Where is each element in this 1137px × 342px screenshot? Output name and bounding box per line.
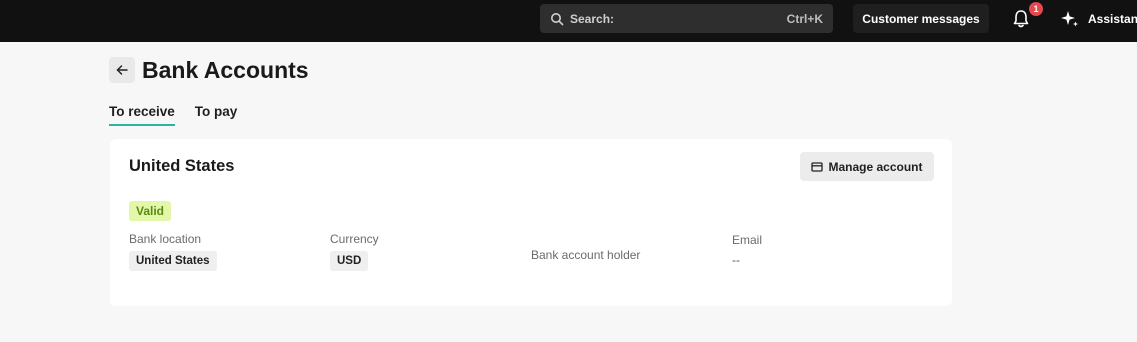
email-label: Email: [732, 233, 763, 247]
arrow-left-icon: [116, 65, 128, 75]
customer-messages-button[interactable]: Customer messages: [853, 4, 989, 33]
back-button[interactable]: [109, 57, 135, 83]
top-bar: Search: Ctrl+K Customer messages 1 Assis…: [0, 0, 1137, 42]
page-title: Bank Accounts: [142, 57, 309, 83]
manage-account-button[interactable]: Manage account: [800, 152, 934, 181]
bank-location-label: Bank location: [129, 232, 202, 246]
account-country-title: United States: [129, 157, 235, 175]
bank-account-holder-label: Bank account holder: [531, 248, 641, 262]
tab-to-receive[interactable]: To receive: [109, 104, 175, 126]
email-value: --: [732, 253, 740, 267]
assistant-button[interactable]: Assistant: [1060, 8, 1137, 30]
card-icon: [811, 161, 824, 172]
currency-value: USD: [330, 251, 369, 271]
search-bar[interactable]: Search: Ctrl+K: [540, 4, 833, 33]
tab-to-pay[interactable]: To pay: [195, 104, 238, 126]
sparkle-icon: [1061, 11, 1078, 27]
bank-location-value: United States: [129, 251, 217, 271]
manage-account-label: Manage account: [828, 159, 923, 174]
notification-count-badge: 1: [1028, 1, 1044, 17]
search-placeholder: Search:: [570, 11, 615, 26]
currency-label: Currency: [330, 232, 379, 246]
search-shortcut: Ctrl+K: [786, 11, 823, 26]
tab-bar: To receive To pay: [109, 104, 257, 126]
bank-account-card: United States Manage account Valid Bank …: [110, 139, 952, 306]
search-icon: [550, 12, 564, 26]
status-badge: Valid: [129, 201, 172, 221]
assistant-label: Assistant: [1088, 12, 1137, 26]
